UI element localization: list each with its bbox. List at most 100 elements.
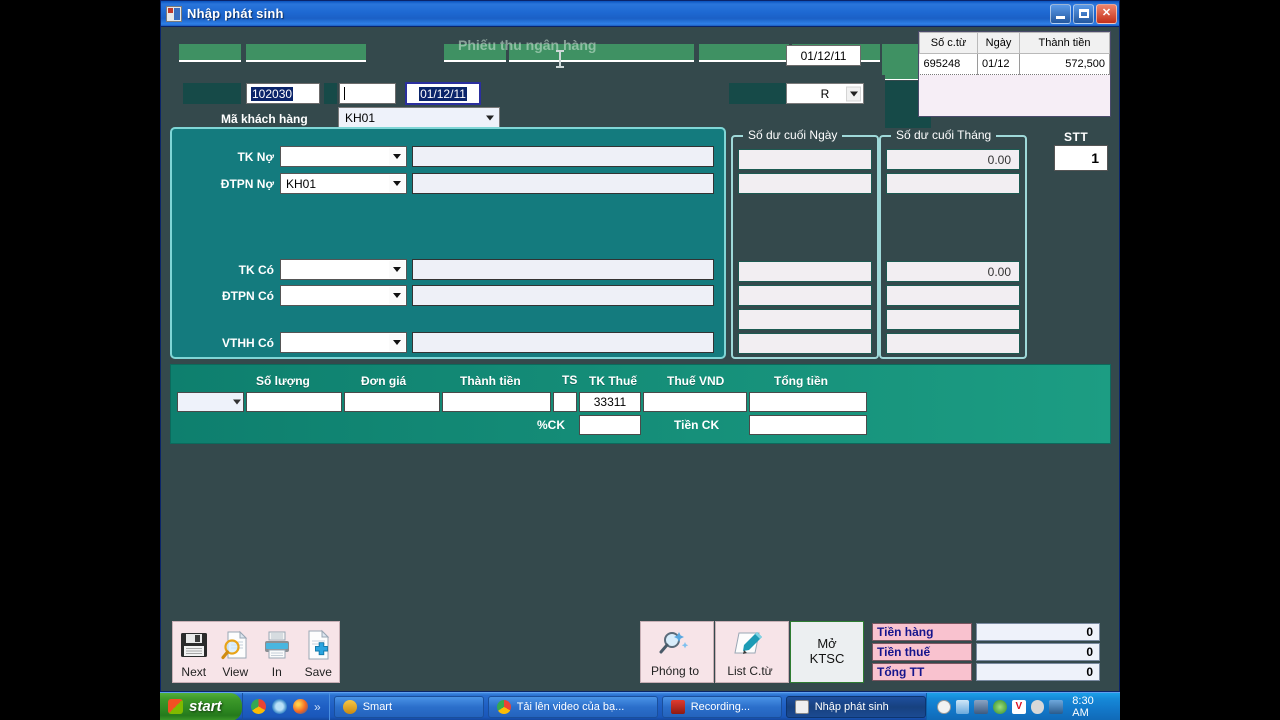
chevron-down-icon[interactable] bbox=[846, 86, 861, 101]
next-button[interactable]: Next bbox=[173, 622, 215, 682]
quick-launch-more-icon[interactable]: » bbox=[314, 700, 321, 714]
vthh-co-name-field[interactable] bbox=[412, 332, 714, 353]
header-dark-box-2 bbox=[324, 83, 337, 104]
detail-so-luong-input[interactable] bbox=[246, 392, 342, 412]
display-icon[interactable] bbox=[1049, 699, 1064, 714]
detail-don-gia-input[interactable] bbox=[344, 392, 440, 412]
total-row-grand: Tổng TT 0 bbox=[872, 663, 1100, 681]
detail-col-ts: TS bbox=[562, 373, 578, 387]
balance-month-field-3[interactable]: 0.00 bbox=[886, 261, 1020, 282]
balance-month-field-5[interactable] bbox=[886, 309, 1020, 330]
close-icon[interactable]: ✕ bbox=[1096, 3, 1117, 24]
total-grand-value[interactable]: 0 bbox=[976, 663, 1100, 681]
next-button-label: Next bbox=[181, 665, 207, 679]
minimize-icon[interactable] bbox=[1050, 3, 1071, 24]
start-button[interactable]: start bbox=[160, 692, 242, 720]
voucher-table: Số c.từ Ngày Thành tiền 695248 01/12 572… bbox=[919, 32, 1110, 75]
zoom-button-label: Phóng to bbox=[650, 664, 700, 678]
balance-day-field-1[interactable] bbox=[738, 149, 872, 170]
balance-month-field-6[interactable] bbox=[886, 333, 1020, 354]
detail-tong-tien-input[interactable] bbox=[749, 392, 867, 412]
cell-so-ctu: 695248 bbox=[919, 53, 978, 75]
network-disconnected-icon[interactable] bbox=[974, 699, 989, 714]
tk-co-select[interactable] bbox=[280, 259, 407, 280]
print-button-label: In bbox=[271, 665, 282, 679]
balance-day-field-4[interactable] bbox=[738, 285, 872, 306]
view-action-group: Phóng to bbox=[640, 621, 714, 683]
save-button[interactable]: Save bbox=[298, 622, 340, 682]
unikey-icon[interactable]: V bbox=[1011, 699, 1026, 714]
print-button[interactable]: In bbox=[256, 622, 298, 682]
discount-amount-input[interactable] bbox=[749, 415, 867, 435]
balance-month-field-1[interactable]: 0.00 bbox=[886, 149, 1020, 170]
open-ktsc-button[interactable]: Mở KTSC bbox=[790, 621, 864, 683]
col-thanh-tien: Thành tiền bbox=[1019, 32, 1110, 54]
taskbar-item-upload[interactable]: Tải lên video của bạ... bbox=[487, 695, 658, 718]
header-empty-input[interactable] bbox=[339, 83, 396, 104]
tk-co-name-field[interactable] bbox=[412, 259, 714, 280]
doc-type-select[interactable]: R bbox=[786, 83, 864, 104]
shield-icon[interactable] bbox=[1030, 699, 1045, 714]
taskbar-item-recording[interactable]: Recording... bbox=[661, 695, 782, 718]
chevron-down-icon[interactable] bbox=[389, 287, 405, 304]
dtpn-no-value: KH01 bbox=[286, 176, 317, 191]
chevron-down-icon[interactable] bbox=[389, 261, 405, 278]
save-button-label: Save bbox=[304, 665, 332, 679]
dtpn-co-select[interactable] bbox=[280, 285, 407, 306]
tk-no-name-field[interactable] bbox=[412, 146, 714, 167]
globe-icon[interactable] bbox=[993, 699, 1007, 714]
customer-code-select[interactable]: KH01 bbox=[338, 107, 500, 128]
chevron-down-icon[interactable] bbox=[389, 334, 405, 351]
discount-pct-input[interactable] bbox=[579, 415, 641, 435]
detail-thanh-tien-input[interactable] bbox=[442, 392, 551, 412]
list-voucher-button-label: List C.từ bbox=[727, 664, 773, 678]
detail-col-so-luong: Số lượng bbox=[256, 374, 310, 388]
chevron-down-icon[interactable] bbox=[389, 175, 405, 192]
chevron-down-icon[interactable] bbox=[233, 399, 241, 405]
volume-icon[interactable] bbox=[955, 699, 970, 714]
dtpn-co-name-field[interactable] bbox=[412, 285, 714, 306]
total-goods-value[interactable]: 0 bbox=[976, 623, 1100, 641]
tk-no-select[interactable] bbox=[280, 146, 407, 167]
detail-thue-vnd-input[interactable] bbox=[643, 392, 747, 412]
discount-pct-label: %CK bbox=[537, 418, 566, 432]
taskbar-clock[interactable]: 8:30 AM bbox=[1072, 695, 1112, 719]
taskbar-item-nhap-phat-sinh[interactable]: Nhập phát sinh bbox=[785, 695, 926, 718]
balance-day-field-3[interactable] bbox=[738, 261, 872, 282]
dtpn-no-name-field[interactable] bbox=[412, 173, 714, 194]
maximize-icon[interactable] bbox=[1073, 3, 1094, 24]
taskbar-item-recording-label: Recording... bbox=[690, 700, 750, 713]
chevron-down-icon[interactable] bbox=[389, 148, 405, 165]
detail-tk-thue-input[interactable]: 33311 bbox=[579, 392, 641, 412]
balance-month-field-4[interactable] bbox=[886, 285, 1020, 306]
taskbar-item-smart-label: Smart bbox=[362, 700, 393, 713]
dtpn-no-select[interactable]: KH01 bbox=[280, 173, 407, 194]
stt-value-field[interactable]: 1 bbox=[1054, 145, 1108, 171]
list-voucher-button[interactable]: List C.từ bbox=[716, 622, 784, 682]
internet-explorer-icon[interactable] bbox=[272, 699, 287, 714]
balance-month-field-2[interactable] bbox=[886, 173, 1020, 194]
vthh-co-select[interactable] bbox=[280, 332, 407, 353]
messenger-icon[interactable] bbox=[936, 699, 951, 714]
chrome-icon[interactable] bbox=[251, 699, 266, 714]
zoom-button[interactable]: Phóng to bbox=[641, 622, 709, 682]
detail-col-thue-vnd: Thuế VND bbox=[667, 374, 725, 388]
voucher-list-table[interactable]: Số c.từ Ngày Thành tiền 695248 01/12 572… bbox=[918, 31, 1111, 117]
balance-day-field-2[interactable] bbox=[738, 173, 872, 194]
text-cursor-icon bbox=[556, 50, 564, 68]
table-row[interactable]: 695248 01/12 572,500 bbox=[919, 53, 1110, 75]
view-button[interactable]: View bbox=[215, 622, 257, 682]
app-window-icon bbox=[794, 699, 809, 714]
chevron-down-icon[interactable] bbox=[482, 110, 497, 125]
taskbar-item-smart[interactable]: Smart bbox=[333, 695, 484, 718]
detail-ts-input[interactable] bbox=[553, 392, 577, 412]
balance-day-field-5[interactable] bbox=[738, 309, 872, 330]
screen: Nhập phát sinh ✕ Phiếu thu ngân hàng 01/… bbox=[0, 0, 1280, 720]
detail-unit-select[interactable] bbox=[177, 392, 244, 412]
header-date-top-field[interactable]: 01/12/11 bbox=[786, 45, 861, 66]
voucher-date-field[interactable]: 01/12/11 bbox=[405, 82, 481, 105]
total-tax-value[interactable]: 0 bbox=[976, 643, 1100, 661]
doc-number-field[interactable]: 102030 bbox=[246, 83, 320, 104]
firefox-icon[interactable] bbox=[293, 699, 308, 714]
balance-day-field-6[interactable] bbox=[738, 333, 872, 354]
